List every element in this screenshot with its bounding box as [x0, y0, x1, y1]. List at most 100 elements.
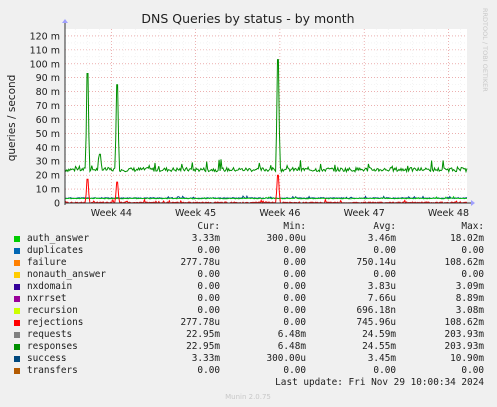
legend-min: 6.48m [277, 329, 306, 340]
legend-name: success [27, 353, 67, 364]
y-tick-label: 110 m [30, 45, 60, 56]
legend-cur: 0.00 [197, 269, 220, 280]
legend-row-duplicates: duplicates 0.00 0.00 0.00 0.00 [12, 245, 488, 257]
legend-min: 0.00 [283, 269, 306, 280]
x-tick-label: Week 46 [259, 208, 300, 219]
legend-name: nonauth_answer [27, 269, 107, 280]
legend-swatch [14, 368, 20, 374]
legend-row-responses: responses 22.95m 6.48m 24.55m 203.93m [12, 341, 488, 353]
column-cur: Cur: [197, 221, 220, 232]
y-tick-label: 10 m [36, 185, 60, 196]
legend-max: 8.89m [455, 293, 484, 304]
y-tick-label: 80 m [36, 87, 60, 98]
legend-avg: 3.45m [367, 353, 396, 364]
legend-max: 108.62m [444, 317, 484, 328]
legend-max: 3.08m [455, 305, 484, 316]
legend-swatch [14, 260, 20, 266]
legend-max: 3.09m [455, 281, 484, 292]
x-axis-arrow [471, 200, 475, 206]
legend-name: transfers [27, 365, 78, 376]
legend-cur: 22.95m [186, 341, 220, 352]
legend-avg: 3.46m [367, 233, 396, 244]
legend-swatch [14, 344, 20, 350]
plot-area: 0 10 m 20 m 30 m 40 m 50 m 60 m 70 m 80 m 90 m 100… [30, 19, 475, 219]
x-tick-label: Week 44 [91, 208, 132, 219]
legend-avg: 0.00 [373, 365, 396, 376]
y-tick-label: 100 m [30, 59, 60, 70]
legend-min: 0.00 [283, 365, 306, 376]
legend-row-nonauth-answer: nonauth_answer 0.00 0.00 0.00 0.00 [12, 269, 488, 281]
legend-row-failure: failure 277.78u 0.00 750.14u 108.62m [12, 257, 488, 269]
legend-max: 0.00 [461, 245, 484, 256]
x-tick-label: Week 47 [344, 208, 385, 219]
legend-name: rejections [27, 317, 84, 328]
y-tick-label: 70 m [36, 101, 60, 112]
legend-min: 0.00 [283, 257, 306, 268]
legend-swatch [14, 308, 20, 314]
legend-name: nxrrset [27, 293, 67, 304]
legend-max: 0.00 [461, 269, 484, 280]
column-avg: Avg: [373, 221, 396, 232]
legend-avg: 696.18n [356, 305, 396, 316]
y-tick-label: 120 m [30, 31, 60, 42]
legend-min: 0.00 [283, 317, 306, 328]
legend-max: 108.62m [444, 257, 484, 268]
legend-name: duplicates [27, 245, 84, 256]
chart-title: DNS Queries by status - by month [141, 11, 354, 26]
legend-cur: 3.33m [191, 233, 220, 244]
munin-version: Munin 2.0.75 [225, 393, 271, 401]
legend-cur: 0.00 [197, 293, 220, 304]
y-tick-label: 30 m [36, 157, 60, 168]
y-axis-label: queries / second [6, 75, 18, 162]
y-tick-label: 90 m [36, 73, 60, 84]
legend-swatch [14, 272, 20, 278]
legend-cur: 0.00 [197, 245, 220, 256]
legend-max: 203.93m [444, 329, 484, 340]
legend-avg: 750.14u [356, 257, 396, 268]
legend-min: 300.00u [266, 233, 306, 244]
legend-name: failure [27, 257, 67, 268]
legend-row-nxrrset: nxrrset 0.00 0.00 7.66u 8.89m [12, 293, 488, 305]
legend-min: 0.00 [283, 245, 306, 256]
rrdtool-credit: RRDTOOL / TOBI OETIKER [481, 8, 489, 92]
legend-avg: 0.00 [373, 245, 396, 256]
legend-cur: 0.00 [197, 281, 220, 292]
legend-avg: 745.96u [356, 317, 396, 328]
legend-row-auth-answer: auth_answer 3.33m 300.00u 3.46m 18.02m [12, 233, 488, 245]
legend-swatch [14, 320, 20, 326]
y-tick-label: 20 m [36, 171, 60, 182]
column-min: Min: [283, 221, 306, 232]
plot-background [65, 29, 467, 203]
legend-avg: 24.55m [362, 341, 396, 352]
x-tick-label: Week 48 [428, 208, 469, 219]
legend-cur: 3.33m [191, 353, 220, 364]
legend-name: requests [27, 329, 73, 340]
legend-max: 10.90m [450, 353, 484, 364]
y-tick-label: 0 [54, 199, 60, 210]
legend-swatch [14, 296, 20, 302]
legend-name: responses [27, 341, 78, 352]
legend-min: 6.48m [277, 341, 306, 352]
y-tick-label: 40 m [36, 143, 60, 154]
last-update: Last update: Fri Nov 29 10:00:34 2024 [275, 377, 484, 388]
y-tick-label: 50 m [36, 129, 60, 140]
legend-header: Cur: Min: Avg: Max: [12, 221, 488, 233]
legend-row-nxdomain: nxdomain 0.00 0.00 3.83u 3.09m [12, 281, 488, 293]
legend-row-requests: requests 22.95m 6.48m 24.59m 203.93m [12, 329, 488, 341]
legend-row-rejections: rejections 277.78u 0.00 745.96u 108.62m [12, 317, 488, 329]
legend-row-transfers: transfers 0.00 0.00 0.00 0.00 [12, 365, 488, 377]
legend-cur: 277.78u [180, 317, 220, 328]
legend-min: 0.00 [283, 293, 306, 304]
legend-row-success: success 3.33m 300.00u 3.45m 10.90m [12, 353, 488, 365]
legend-cur: 22.95m [186, 329, 220, 340]
legend-name: auth_answer [27, 233, 90, 244]
legend-name: recursion [27, 305, 78, 316]
legend-swatch [14, 284, 20, 290]
legend-max: 0.00 [461, 365, 484, 376]
column-max: Max: [461, 221, 484, 232]
legend-avg: 0.00 [373, 269, 396, 280]
legend-table: Cur: Min: Avg: Max: auth_answer 3.33m 300.… [12, 221, 488, 377]
legend-name: nxdomain [27, 281, 73, 292]
legend-avg: 24.59m [362, 329, 396, 340]
legend-min: 300.00u [266, 353, 306, 364]
